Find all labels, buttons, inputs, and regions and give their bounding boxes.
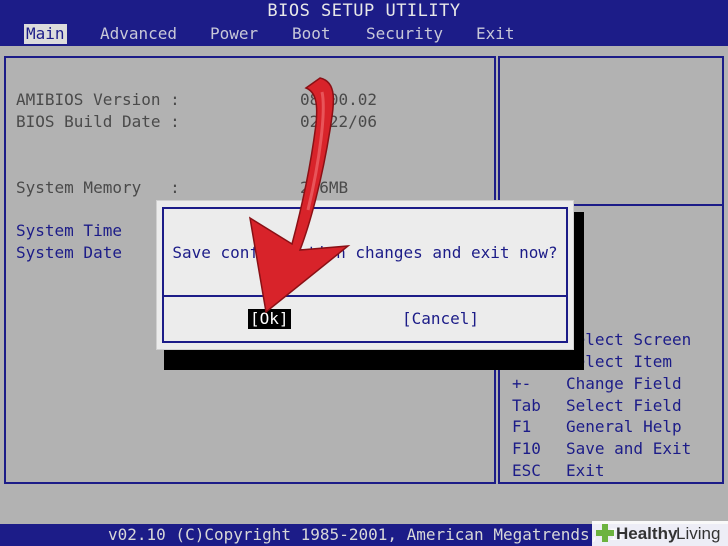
window-title: BIOS SETUP UTILITY	[0, 0, 728, 22]
amibios-version-value: 08.00.02	[300, 90, 378, 109]
watermark-brand: Healthy	[616, 524, 678, 543]
dialog-separator	[164, 295, 566, 297]
bios-build-date-value: 02/22/06	[300, 112, 378, 131]
plus-icon	[596, 524, 614, 542]
menu-advanced[interactable]: Advanced	[98, 24, 179, 44]
save-exit-dialog: Save configuration changes and exit now?…	[156, 200, 574, 350]
help-key-f10: F10	[512, 439, 541, 458]
healthy-living-watermark: Healthy Living	[592, 521, 728, 546]
help-desc-general-help: General Help	[566, 417, 682, 436]
system-time-field[interactable]: System Time	[16, 221, 122, 241]
help-desc-change-field: Change Field	[566, 374, 682, 393]
help-desc-save-exit: Save and Exit	[566, 439, 692, 458]
dialog-message: Save configuration changes and exit now?	[172, 243, 558, 262]
menu-exit[interactable]: Exit	[474, 24, 517, 44]
help-desc-select-screen: Select Screen	[566, 330, 692, 349]
menu-bar: Main Advanced Power Boot Security Exit	[0, 22, 728, 46]
watermark-tag: Living	[676, 524, 721, 543]
system-memory-value: 256MB	[300, 178, 349, 197]
menu-security[interactable]: Security	[364, 24, 445, 44]
menu-boot[interactable]: Boot	[290, 24, 333, 44]
help-key-tab: Tab	[512, 396, 541, 415]
amibios-version-label: AMIBIOS Version :	[16, 90, 180, 109]
bios-build-date-label: BIOS Build Date :	[16, 112, 180, 131]
help-key-f1: F1	[512, 417, 532, 436]
help-desc-exit: Exit	[566, 461, 605, 480]
dialog-frame: Save configuration changes and exit now?…	[162, 207, 568, 343]
copyright-text: v02.10 (C)Copyright 1985-2001, American …	[108, 525, 648, 544]
menu-main[interactable]: Main	[24, 24, 67, 44]
menu-power[interactable]: Power	[208, 24, 260, 44]
ok-button[interactable]: [Ok]	[248, 309, 291, 329]
help-key-esc: ESC	[512, 461, 541, 480]
system-memory-label: System Memory :	[16, 178, 180, 197]
help-desc-select-field: Select Field	[566, 396, 682, 415]
help-key-plus-minus: +-	[512, 374, 532, 393]
cancel-button[interactable]: [Cancel]	[402, 309, 479, 329]
system-date-field[interactable]: System Date	[16, 243, 122, 263]
